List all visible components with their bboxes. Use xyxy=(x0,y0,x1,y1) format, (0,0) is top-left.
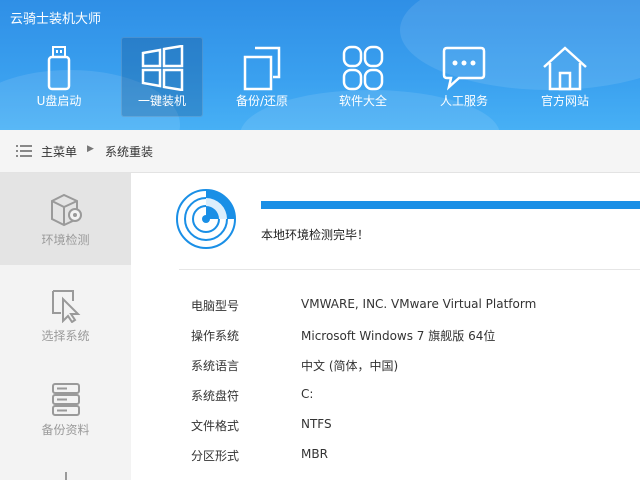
info-row-system-drive: 系统盘符 C: xyxy=(191,387,631,409)
nav-label: U盘启动 xyxy=(36,94,82,108)
env-check-icon xyxy=(51,193,82,227)
nav-item-backup-restore[interactable]: 备份/还原 xyxy=(221,37,303,117)
info-label: 分区形式 xyxy=(191,449,240,463)
info-label: 系统盘符 xyxy=(191,389,240,403)
home-icon xyxy=(543,46,587,91)
info-value: MBR xyxy=(301,447,328,461)
info-value: NTFS xyxy=(301,417,332,431)
info-row-file-format: 文件格式 NTFS xyxy=(191,417,631,439)
sidebar-item-label: 备份资料 xyxy=(41,423,90,437)
menu-list-icon xyxy=(16,145,32,157)
breadcrumb-current: 系统重装 xyxy=(105,145,154,159)
divider xyxy=(179,269,640,270)
sidebar-item-label: 环境检测 xyxy=(41,233,90,247)
cursor-select-icon xyxy=(52,290,81,323)
apps-grid-icon xyxy=(342,45,384,91)
progress-bar xyxy=(261,201,640,209)
breadcrumb-home[interactable]: 主菜单 xyxy=(41,143,77,160)
info-row-language: 系统语言 中文 (简体，中国) xyxy=(191,357,631,379)
copy-icon xyxy=(243,46,281,91)
info-row-model: 电脑型号 VMWARE, INC. VMware Virtual Platfor… xyxy=(191,297,631,319)
windows-logo-icon xyxy=(141,45,184,91)
info-label: 电脑型号 xyxy=(191,299,240,313)
status-text: 本地环境检测完毕！ xyxy=(261,228,370,242)
nav-item-support[interactable]: 人工服务 xyxy=(423,37,505,117)
sidebar-item-env-check[interactable]: 环境检测 xyxy=(0,173,131,265)
usb-drive-icon xyxy=(47,46,71,91)
app-title: 云骑士装机大师 xyxy=(10,12,102,27)
info-value: 中文 (简体，中国) xyxy=(301,359,399,373)
nav-label: 软件大全 xyxy=(338,94,387,108)
nav-item-usb-boot[interactable]: U盘启动 xyxy=(18,37,100,117)
info-label: 系统语言 xyxy=(191,359,240,373)
sidebar-item-backup-data[interactable]: 备份资料 xyxy=(0,363,131,455)
nav-label: 官方网站 xyxy=(540,94,589,108)
sidebar: 环境检测 选择系统 备份资料 xyxy=(0,173,132,480)
info-row-os: 操作系统 Microsoft Windows 7 旗舰版 64位 xyxy=(191,327,631,349)
nav-item-official-site[interactable]: 官方网站 xyxy=(524,37,606,117)
nav-label: 备份/还原 xyxy=(235,94,289,108)
nav-label: 人工服务 xyxy=(439,94,488,108)
main-panel: 本地环境检测完毕！ 电脑型号 VMWARE, INC. VMware Virtu… xyxy=(131,173,640,480)
breadcrumb-arrow-icon: ▶ xyxy=(87,144,94,154)
radar-scan-icon xyxy=(176,189,236,249)
sidebar-item-select-system[interactable]: 选择系统 xyxy=(0,269,131,361)
info-value: VMWARE, INC. VMware Virtual Platform xyxy=(301,297,537,311)
server-backup-icon xyxy=(52,383,80,416)
info-value: C: xyxy=(301,387,314,401)
nav-label: 一键装机 xyxy=(137,94,186,108)
sidebar-item-label: 选择系统 xyxy=(41,329,90,343)
info-row-partition: 分区形式 MBR xyxy=(191,447,631,469)
info-label: 文件格式 xyxy=(191,419,240,433)
header-bar: 云骑士装机大师 U盘启动 一键装机 备份/还原 软件大全 人工服务 官方网站 xyxy=(0,0,640,130)
nav-item-one-click-install[interactable]: 一键装机 xyxy=(121,37,203,117)
sidebar-more-icon xyxy=(60,469,72,480)
info-label: 操作系统 xyxy=(191,329,240,343)
info-value: Microsoft Windows 7 旗舰版 64位 xyxy=(301,329,496,343)
chat-icon xyxy=(442,46,486,91)
breadcrumb: 主菜单 ▶ 系统重装 xyxy=(0,130,640,173)
nav-item-software[interactable]: 软件大全 xyxy=(322,37,404,117)
